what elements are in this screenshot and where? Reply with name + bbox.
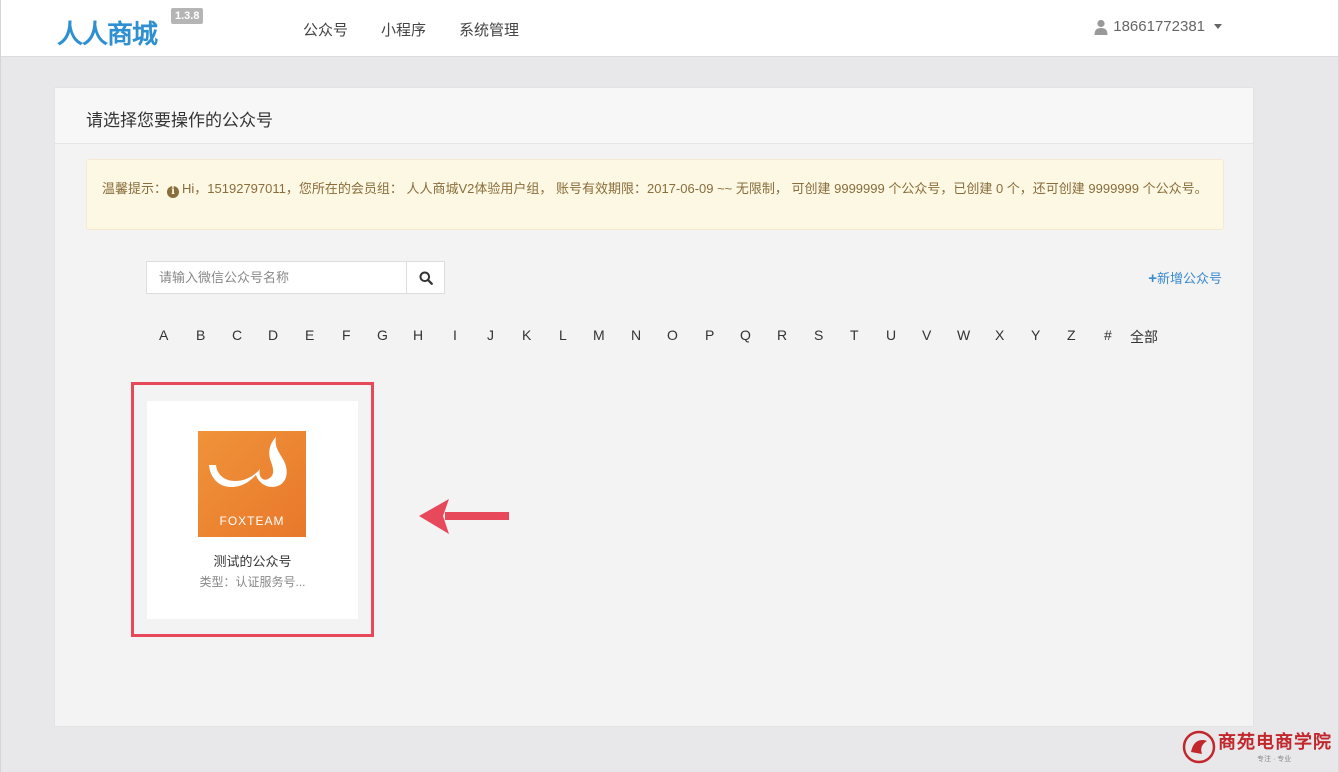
account-card[interactable]: FOXTEAM 测试的公众号 类型：认证服务号... xyxy=(147,401,358,619)
account-name: 测试的公众号 xyxy=(213,554,292,569)
letter-filter-item[interactable]: R xyxy=(777,327,787,343)
letter-filter-item[interactable]: Y xyxy=(1031,327,1040,343)
account-type: 类型：认证服务号... xyxy=(199,575,306,589)
fox-icon xyxy=(209,437,287,487)
letter-filter-item[interactable]: O xyxy=(667,327,678,343)
watermark-title: 商苑电商学院 xyxy=(1218,732,1332,753)
plus-icon: + xyxy=(1148,270,1157,287)
letter-filter-item[interactable]: J xyxy=(487,327,494,343)
user-phone: 18661772381 xyxy=(1113,18,1205,35)
letter-filter-item[interactable]: V xyxy=(922,327,931,343)
search-button[interactable] xyxy=(406,262,444,293)
user-icon xyxy=(1094,19,1108,35)
letter-filter-item[interactable]: U xyxy=(886,327,896,343)
search-input[interactable] xyxy=(147,262,406,293)
nav-item-mini-program[interactable]: 小程序 xyxy=(381,19,426,40)
watermark-logo: 商苑电商学院 专注 · 专业 xyxy=(1182,726,1332,768)
letter-filter-item[interactable]: G xyxy=(377,327,388,343)
user-menu[interactable]: 18661772381 xyxy=(1094,18,1222,35)
letter-filter-item[interactable]: N xyxy=(631,327,641,343)
search-box xyxy=(146,261,445,294)
letter-filter-item[interactable]: B xyxy=(196,327,205,343)
top-navbar: 人人商城 1.3.8 公众号 小程序 系统管理 18661772381 xyxy=(1,0,1338,57)
watermark-subtitle: 专注 · 专业 xyxy=(1257,756,1292,763)
letter-filter-item[interactable]: A xyxy=(159,327,168,343)
letter-filter-item[interactable]: M xyxy=(593,327,605,343)
letter-filter-item[interactable]: C xyxy=(232,327,242,343)
letter-filter-all[interactable]: 全部 xyxy=(1130,327,1158,347)
add-account-label: 新增公众号 xyxy=(1156,271,1222,286)
letter-filter-item[interactable]: D xyxy=(268,327,278,343)
arrow-left-icon xyxy=(419,499,509,534)
account-select-panel: 请选择您要操作的公众号 温馨提示： i Hi，15192797011，您所在的会员组… xyxy=(54,87,1254,727)
alert-prefix: 温馨提示： xyxy=(102,181,168,196)
letter-filter-item[interactable]: L xyxy=(559,327,567,343)
alert-text: Hi，15192797011，您所在的会员组： 人人商城V2体验用户组， 账号有… xyxy=(182,181,1208,196)
letter-filter-item[interactable]: T xyxy=(850,327,859,343)
letter-filter-item[interactable]: S xyxy=(814,327,823,343)
letter-filter-item[interactable]: F xyxy=(342,327,351,343)
version-badge: 1.3.8 xyxy=(171,8,204,24)
account-logo: FOXTEAM xyxy=(198,431,306,537)
letter-filter-item[interactable]: # xyxy=(1104,327,1112,343)
watermark-seal-icon xyxy=(1182,730,1216,764)
letter-filter-item[interactable]: W xyxy=(957,327,970,343)
logo-text: 人人商城 xyxy=(57,20,158,50)
account-logo-text: FOXTEAM xyxy=(219,514,285,528)
nav-item-system-management[interactable]: 系统管理 xyxy=(459,19,519,40)
letter-filter-item[interactable]: H xyxy=(413,327,423,343)
search-icon xyxy=(419,271,433,285)
letter-filter-item[interactable]: K xyxy=(522,327,531,343)
nav-item-official-account[interactable]: 公众号 xyxy=(303,19,348,40)
chevron-down-icon xyxy=(1214,24,1222,29)
panel-title: 请选择您要操作的公众号 xyxy=(55,88,1253,144)
letter-filter-item[interactable]: I xyxy=(453,327,457,343)
add-account-link[interactable]: +新增公众号 xyxy=(1148,268,1222,287)
letter-filter-item[interactable]: E xyxy=(305,327,314,343)
letter-filter-item[interactable]: X xyxy=(995,327,1004,343)
info-icon: i xyxy=(167,186,180,198)
notice-alert: 温馨提示： i Hi，15192797011，您所在的会员组： 人人商城V2体验用户… xyxy=(86,159,1224,230)
letter-filter-item[interactable]: P xyxy=(705,327,714,343)
letter-filter-item[interactable]: Q xyxy=(740,327,751,343)
app-logo[interactable]: 人人商城 xyxy=(57,14,158,50)
letter-filter-item[interactable]: Z xyxy=(1067,327,1076,343)
